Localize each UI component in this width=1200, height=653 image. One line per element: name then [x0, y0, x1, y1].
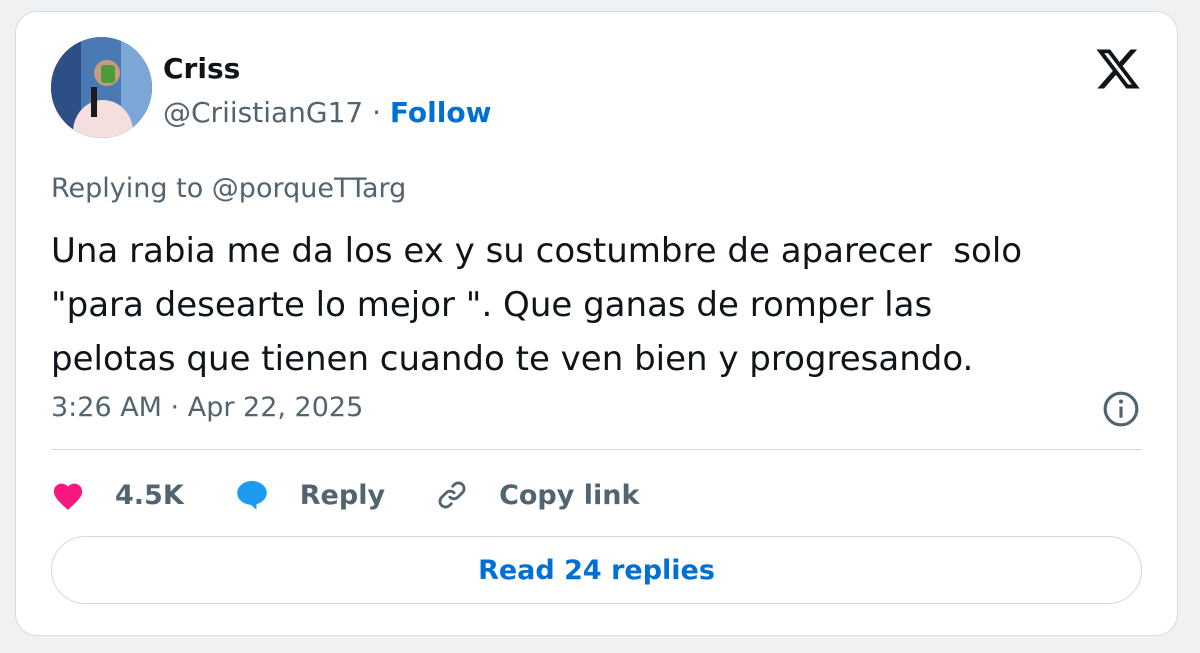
replying-to[interactable]: Replying to @porqueTTarg	[51, 173, 406, 204]
read-replies-button[interactable]: Read 24 replies	[51, 536, 1142, 604]
info-icon[interactable]	[1102, 390, 1140, 428]
separator-dot: ·	[363, 96, 390, 129]
x-logo-icon[interactable]	[1094, 45, 1142, 93]
speech-bubble-icon	[236, 480, 267, 510]
tweet-card: Criss @CriistianG17 · Follow Replying to…	[15, 11, 1178, 636]
heart-icon	[53, 483, 83, 511]
reply-label: Reply	[299, 479, 386, 511]
author-name[interactable]: Criss	[163, 52, 240, 85]
reply-button[interactable]: Reply	[234, 478, 385, 512]
action-bar: 4.5K Reply Copy link	[51, 470, 689, 520]
author-handle[interactable]: @CriistianG17	[163, 96, 363, 129]
avatar[interactable]	[51, 37, 152, 138]
like-button[interactable]: 4.5K	[51, 479, 184, 511]
author-handle-line: @CriistianG17 · Follow	[163, 96, 491, 129]
copy-link-button[interactable]: Copy link	[435, 478, 639, 512]
tweet-text: Una rabia me da los ex y su costumbre de…	[51, 231, 1023, 379]
tweet-timestamp[interactable]: 3:26 AM · Apr 22, 2025	[51, 392, 363, 423]
follow-button[interactable]: Follow	[390, 96, 492, 129]
divider	[51, 449, 1142, 450]
like-count: 4.5K	[115, 479, 184, 511]
copy-link-label: Copy link	[499, 479, 640, 511]
link-icon	[438, 481, 466, 509]
